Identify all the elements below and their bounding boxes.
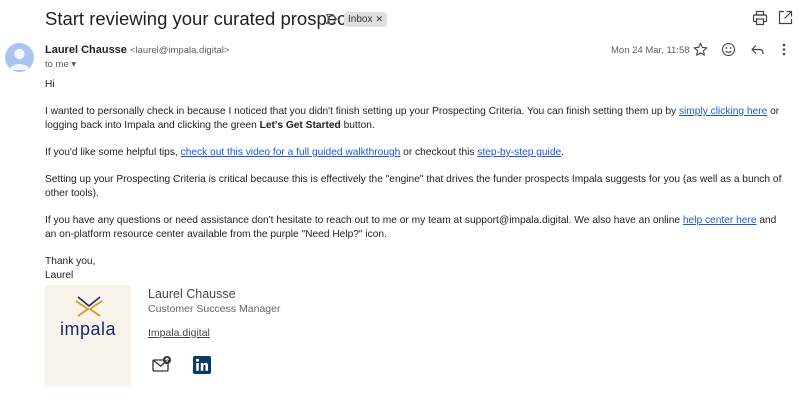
signature-title: Customer Success Manager xyxy=(148,303,281,315)
linkedin-icon[interactable] xyxy=(193,356,211,379)
email-subject: Start reviewing your curated prospects xyxy=(45,8,361,29)
email-date: Mon 24 Mar, 11:58 xyxy=(611,45,690,56)
signature-website-link[interactable]: Impala.digital xyxy=(148,327,210,339)
print-icon[interactable] xyxy=(752,10,768,31)
emoji-icon[interactable] xyxy=(721,42,736,62)
impala-logo-mark xyxy=(75,296,103,317)
reply-icon[interactable] xyxy=(750,42,765,62)
company-logo: impala xyxy=(45,285,131,386)
body-paragraph-2: If you'd like some helpful tips, check o… xyxy=(45,146,790,160)
p2-text-c: . xyxy=(561,147,565,158)
avatar[interactable] xyxy=(5,43,34,72)
recipient-text: to me xyxy=(45,59,69,70)
p1-text-c: button. xyxy=(340,120,375,131)
greeting: Hi xyxy=(45,79,55,90)
more-vert-icon[interactable] xyxy=(780,42,788,62)
p2-text-b: or checkout this xyxy=(400,147,478,158)
sender-email: <laurel@impala.digital> xyxy=(129,45,230,56)
sender-name[interactable]: Laurel Chausse xyxy=(45,44,127,56)
p2-text-a: If you'd like some helpful tips, xyxy=(45,147,181,158)
email-icon[interactable] xyxy=(152,355,172,378)
inbox-label-chip[interactable]: Inbox ✕ xyxy=(344,12,388,27)
signoff-text: Thank you, xyxy=(45,256,96,267)
logo-wordmark: impala xyxy=(59,319,117,339)
body-paragraph-1: I wanted to personally check in because … xyxy=(45,105,790,133)
label-arrow-icon[interactable] xyxy=(325,12,338,30)
p1-text-a: I wanted to personally check in because … xyxy=(45,106,679,117)
signature-name: Laurel Chausse xyxy=(148,287,236,301)
remove-label-icon[interactable]: ✕ xyxy=(375,14,383,24)
inbox-label-text: Inbox xyxy=(348,14,373,25)
step-by-step-guide-link[interactable]: step-by-step guide xyxy=(477,147,561,158)
help-center-link[interactable]: help center here xyxy=(683,215,757,226)
p4-text-a: If you have any questions or need assist… xyxy=(45,215,683,226)
email-body: Hi I wanted to personally check in becau… xyxy=(45,78,790,296)
star-icon[interactable] xyxy=(693,42,708,62)
recipient-details-toggle[interactable]: to me ▾ xyxy=(45,59,76,70)
open-new-window-icon[interactable] xyxy=(778,10,793,30)
signoff: Thank you, Laurel xyxy=(45,255,790,283)
body-paragraph-3: Setting up your Prospecting Criteria is … xyxy=(45,174,782,199)
lets-get-started-text: Let's Get Started xyxy=(259,120,341,131)
chevron-down-icon: ▾ xyxy=(71,59,77,70)
person-icon xyxy=(9,48,30,70)
body-paragraph-4: If you have any questions or need assist… xyxy=(45,214,790,242)
sender-line: Laurel Chausse <laurel@impala.digital> xyxy=(45,44,229,56)
video-walkthrough-link[interactable]: check out this video for a full guided w… xyxy=(181,147,401,158)
setup-link[interactable]: simply clicking here xyxy=(679,106,767,117)
signoff-name: Laurel xyxy=(45,270,74,281)
